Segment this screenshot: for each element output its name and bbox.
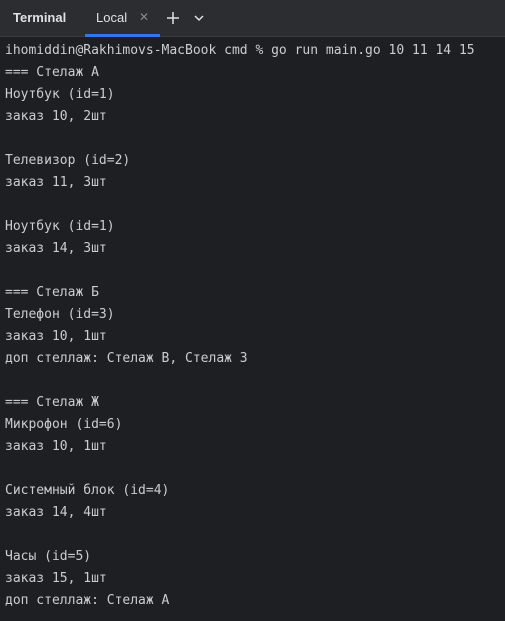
terminal-line: Ноутбук (id=1)	[5, 87, 115, 102]
terminal-line: Телефон (id=3)	[5, 307, 115, 322]
terminal-line: Ноутбук (id=1)	[5, 219, 115, 234]
terminal-line: === Стелаж Б	[5, 285, 99, 300]
terminal-output[interactable]: ihomiddin@Rakhimovs-MacBook cmd % go run…	[0, 37, 505, 621]
terminal-line: Часы (id=5)	[5, 549, 92, 564]
terminal-line: === Стелаж Ж	[5, 395, 99, 410]
terminal-line: Системный блок (id=4)	[5, 483, 170, 498]
terminal-line: заказ 14, 4шт	[5, 505, 107, 520]
terminal-line: заказ 15, 1шт	[5, 571, 107, 586]
chevron-down-icon	[194, 15, 204, 22]
terminal-line: заказ 10, 1шт	[5, 439, 107, 454]
close-icon[interactable]: ✕	[139, 9, 149, 25]
terminal-line: заказ 14, 3шт	[5, 241, 107, 256]
terminal-line: === Стелаж А	[5, 65, 99, 80]
plus-icon	[167, 12, 179, 24]
new-tab-button[interactable]	[164, 9, 182, 27]
tab-label: Local	[96, 10, 128, 25]
terminal-line: заказ 10, 1шт	[5, 329, 107, 344]
terminal-line: Микрофон (id=6)	[5, 417, 123, 432]
terminal-line: доп стеллаж: Стелаж А	[5, 593, 170, 608]
terminal-command-line: ihomiddin@Rakhimovs-MacBook cmd % go run…	[5, 43, 475, 58]
terminal-header: Terminal Local ✕	[0, 0, 505, 37]
terminal-line: заказ 11, 3шт	[5, 175, 107, 190]
terminal-line: заказ 10, 2шт	[5, 109, 107, 124]
terminal-line: Телевизор (id=2)	[5, 153, 131, 168]
terminal-line: доп стеллаж: Стелаж В, Стелаж З	[5, 351, 248, 366]
tab-local[interactable]: Local ✕	[85, 0, 160, 37]
toolwindow-title: Terminal	[13, 10, 67, 25]
tab-menu-button[interactable]	[190, 9, 208, 27]
